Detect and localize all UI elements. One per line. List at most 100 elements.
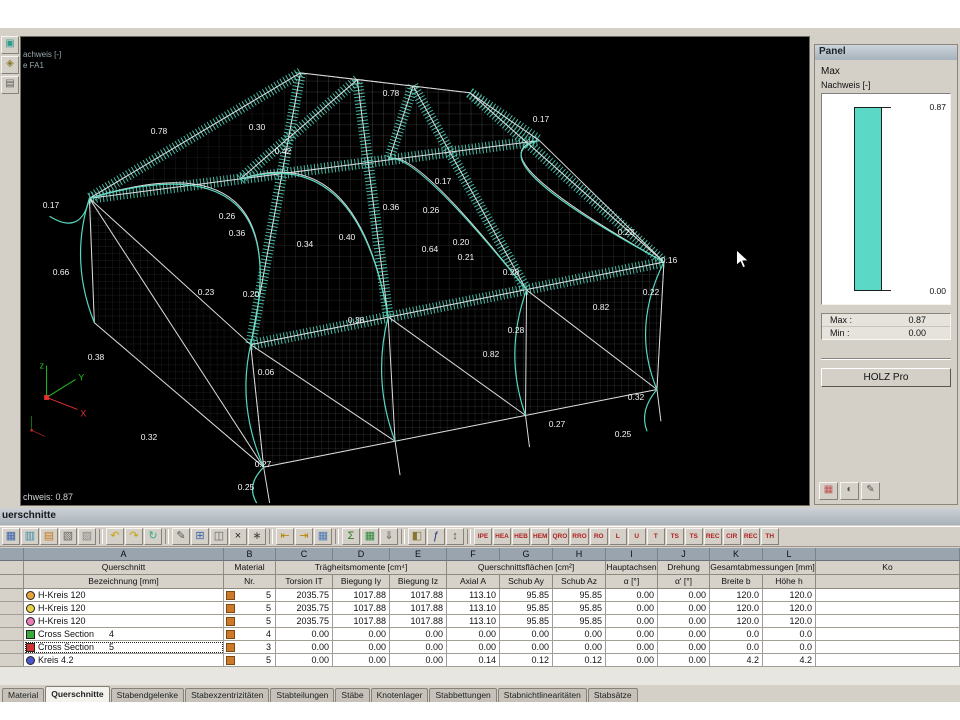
value-cell[interactable]: 0.00 xyxy=(606,615,658,628)
column-letter[interactable]: L xyxy=(763,548,816,561)
profile-button-rec[interactable]: REC xyxy=(704,528,722,545)
pick-icon[interactable]: ∗ xyxy=(248,528,266,545)
value-cell[interactable]: 120.0 xyxy=(710,615,763,628)
copy-row-icon[interactable]: ◫ xyxy=(210,528,228,545)
tab-querschnitte[interactable]: Querschnitte xyxy=(45,686,109,702)
value-cell[interactable] xyxy=(816,615,960,628)
value-cell[interactable]: 0.00 xyxy=(658,615,710,628)
jump-first-icon[interactable]: ⇤ xyxy=(276,528,294,545)
column-letter[interactable]: D xyxy=(333,548,390,561)
value-cell[interactable]: 95.85 xyxy=(500,602,553,615)
column-letter[interactable]: A xyxy=(24,548,224,561)
value-cell[interactable]: 0.00 xyxy=(333,641,390,654)
row-header[interactable] xyxy=(0,589,24,602)
tab-stabteilungen[interactable]: Stabteilungen xyxy=(270,688,334,702)
chart-icon[interactable]: ◧ xyxy=(408,528,426,545)
material-cell[interactable]: 5 xyxy=(224,602,276,615)
value-cell[interactable]: 0.0 xyxy=(710,628,763,641)
value-cell[interactable]: 4.2 xyxy=(710,654,763,667)
import-icon[interactable]: ⇓ xyxy=(380,528,398,545)
column-letter[interactable]: I xyxy=(606,548,658,561)
value-cell[interactable]: 0.00 xyxy=(658,602,710,615)
value-cell[interactable]: 0.0 xyxy=(710,641,763,654)
section-name-cell[interactable]: H-Kreis 120 xyxy=(24,602,224,615)
value-cell[interactable] xyxy=(816,654,960,667)
value-cell[interactable]: 0.00 xyxy=(553,641,606,654)
value-cell[interactable]: 0.00 xyxy=(500,628,553,641)
row-header[interactable] xyxy=(0,628,24,641)
profile-button-l[interactable]: L xyxy=(609,528,627,545)
row-header[interactable] xyxy=(0,602,24,615)
column-letter[interactable]: F xyxy=(447,548,500,561)
profile-button-ts[interactable]: TS xyxy=(685,528,703,545)
profile-button-heb[interactable]: HEB xyxy=(512,528,530,545)
material-cell[interactable]: 4 xyxy=(224,628,276,641)
value-cell[interactable]: 0.00 xyxy=(606,602,658,615)
value-cell[interactable]: 120.0 xyxy=(710,602,763,615)
table-goto-icon[interactable]: ▦ xyxy=(2,528,20,545)
value-cell[interactable]: 113.10 xyxy=(447,615,500,628)
material-cell[interactable]: 5 xyxy=(224,654,276,667)
value-cell[interactable]: 0.00 xyxy=(658,654,710,667)
value-cell[interactable]: 2035.75 xyxy=(276,602,333,615)
column-letter[interactable]: C xyxy=(276,548,333,561)
value-cell[interactable]: 1017.88 xyxy=(333,602,390,615)
value-cell[interactable]: 0.12 xyxy=(500,654,553,667)
panel-titlebar[interactable]: Panel xyxy=(815,45,957,60)
section-name-cell[interactable]: Cross Section 4 xyxy=(24,628,224,641)
value-cell[interactable]: 95.85 xyxy=(553,615,606,628)
value-cell[interactable]: 0.00 xyxy=(606,589,658,602)
value-cell[interactable]: 0.00 xyxy=(606,628,658,641)
value-cell[interactable]: 1017.88 xyxy=(333,589,390,602)
value-cell[interactable] xyxy=(816,602,960,615)
column-letter[interactable]: K xyxy=(710,548,763,561)
profile-button-rro[interactable]: RRO xyxy=(570,528,588,545)
refresh-icon[interactable]: ↻ xyxy=(144,528,162,545)
tab-stäbe[interactable]: Stäbe xyxy=(335,688,369,702)
value-cell[interactable]: 95.85 xyxy=(553,589,606,602)
value-cell[interactable]: 1017.88 xyxy=(390,602,447,615)
value-cell[interactable]: 0.00 xyxy=(606,641,658,654)
material-cell[interactable]: 3 xyxy=(224,641,276,654)
value-cell[interactable]: 0.00 xyxy=(333,628,390,641)
viewport-3d[interactable]: z Y X achweis [-] e FA1 chweis: 0.87 0.1… xyxy=(20,36,810,506)
function-icon[interactable]: ƒ xyxy=(427,528,445,545)
value-cell[interactable]: 2035.75 xyxy=(276,589,333,602)
tab-knotenlager[interactable]: Knotenlager xyxy=(371,688,429,702)
profile-button-ts[interactable]: TS xyxy=(666,528,684,545)
profile-button-ro[interactable]: RO xyxy=(590,528,608,545)
profile-button-th[interactable]: TH xyxy=(761,528,779,545)
column-letter[interactable]: H xyxy=(553,548,606,561)
value-cell[interactable]: 120.0 xyxy=(710,589,763,602)
redo-icon[interactable]: ↷ xyxy=(125,528,143,545)
value-cell[interactable] xyxy=(816,641,960,654)
section-name-cell[interactable]: Kreis 4.2 xyxy=(24,654,224,667)
profile-button-qro[interactable]: QRO xyxy=(550,528,569,545)
section-name-cell[interactable]: H-Kreis 120 xyxy=(24,615,224,628)
undo-icon[interactable]: ↶ xyxy=(106,528,124,545)
tab-stabsätze[interactable]: Stabsätze xyxy=(588,688,638,702)
table-pane-titlebar[interactable]: uerschnitte xyxy=(0,508,960,525)
value-cell[interactable]: 0.12 xyxy=(553,654,606,667)
table-export-icon[interactable]: ▤ xyxy=(40,528,58,545)
row-header[interactable] xyxy=(0,641,24,654)
tab-stabendgelenke[interactable]: Stabendgelenke xyxy=(111,688,184,702)
column-letter[interactable]: J xyxy=(658,548,710,561)
value-cell[interactable] xyxy=(816,589,960,602)
value-cell[interactable]: 95.85 xyxy=(500,615,553,628)
column-letter[interactable]: G xyxy=(500,548,553,561)
sum-icon[interactable]: Σ xyxy=(342,528,360,545)
value-cell[interactable]: 4.2 xyxy=(763,654,816,667)
section-name-cell[interactable]: Cross Section 5 xyxy=(24,641,224,654)
value-cell[interactable]: 0.00 xyxy=(276,654,333,667)
value-cell[interactable]: 1017.88 xyxy=(333,615,390,628)
column-letter[interactable]: B xyxy=(224,548,276,561)
tab-stabexzentrizitäten[interactable]: Stabexzentrizitäten xyxy=(185,688,269,702)
tab-stabnichtlinearitäten[interactable]: Stabnichtlinearitäten xyxy=(498,688,587,702)
value-cell[interactable] xyxy=(816,628,960,641)
profile-button-hem[interactable]: HEM xyxy=(531,528,549,545)
value-cell[interactable]: 0.00 xyxy=(390,641,447,654)
column-letter[interactable]: E xyxy=(390,548,447,561)
table-print-icon[interactable]: ▧ xyxy=(59,528,77,545)
value-cell[interactable]: 120.0 xyxy=(763,589,816,602)
